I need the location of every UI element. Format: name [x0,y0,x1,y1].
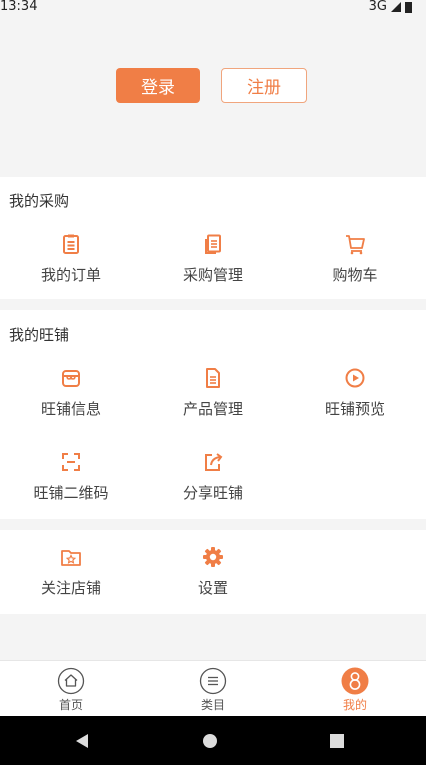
cart-icon [346,235,365,255]
list-icon [199,667,227,695]
followed-shops-item[interactable]: 关注店铺 [0,546,142,598]
shop-qrcode-item[interactable]: 旺铺二维码 [0,451,142,503]
status-indicators: 3G [369,0,412,14]
shop-info-item[interactable]: 旺铺信息 [0,367,142,419]
network-type: 3G [368,0,387,14]
tab-home[interactable]: 首页 [0,667,142,713]
tab-mine[interactable]: 我的 [284,667,426,713]
back-icon[interactable] [76,734,88,748]
play-circle-icon [345,368,365,388]
battery-icon [405,1,412,13]
status-time: 13:34 [0,0,38,14]
item-label: 产品管理 [182,400,243,418]
bottom-tab-bar: 首页 类目 我的 [0,660,426,717]
settings-item[interactable]: 设置 [142,546,284,598]
misc-section: 关注店铺 设置 [0,530,426,614]
scan-icon [62,453,80,471]
share-icon [205,453,223,471]
item-label: 旺铺二维码 [33,484,109,502]
purchase-section: 我的采购 我的订单 采购管理 购物车 [0,177,426,299]
tab-category[interactable]: 类目 [142,667,284,713]
tab-label: 首页 [58,698,83,712]
product-management-item[interactable]: 产品管理 [142,367,284,419]
shop-section: 我的旺铺 旺铺信息 产品管理 旺铺预览 旺铺二维码 分享旺铺 [0,310,426,519]
recent-apps-icon[interactable] [330,734,344,748]
gear-icon [203,547,223,567]
home-icon [57,667,85,695]
section-title: 我的采购 [9,192,70,210]
item-label: 购物车 [332,266,378,284]
document-icon [206,368,220,388]
item-label: 分享旺铺 [182,484,243,502]
signal-icon [391,2,401,12]
item-label: 采购管理 [182,266,243,284]
item-label: 旺铺预览 [324,400,385,418]
store-icon [62,370,80,387]
order-list-icon [63,234,79,254]
tab-label: 类目 [200,698,225,712]
item-label: 关注店铺 [40,579,101,597]
tab-label: 我的 [342,698,367,712]
section-title: 我的旺铺 [9,326,70,344]
user-icon [341,667,369,695]
home-button-icon[interactable] [203,734,217,748]
shop-preview-item[interactable]: 旺铺预览 [284,367,426,419]
share-shop-item[interactable]: 分享旺铺 [142,451,284,503]
cart-item[interactable]: 购物车 [284,233,426,285]
purchase-management-item[interactable]: 采购管理 [142,233,284,285]
login-button[interactable]: 登录 [116,68,200,103]
documents-icon [205,234,221,254]
folder-star-icon [61,550,81,566]
my-orders-item[interactable]: 我的订单 [0,233,142,285]
system-nav-bar [0,716,426,765]
register-button[interactable]: 注册 [221,68,307,103]
item-label: 设置 [197,579,228,597]
status-bar: 13:34 3G [0,0,426,16]
item-label: 我的订单 [40,266,101,284]
auth-header: 登录 注册 [0,16,426,177]
item-label: 旺铺信息 [40,400,101,418]
